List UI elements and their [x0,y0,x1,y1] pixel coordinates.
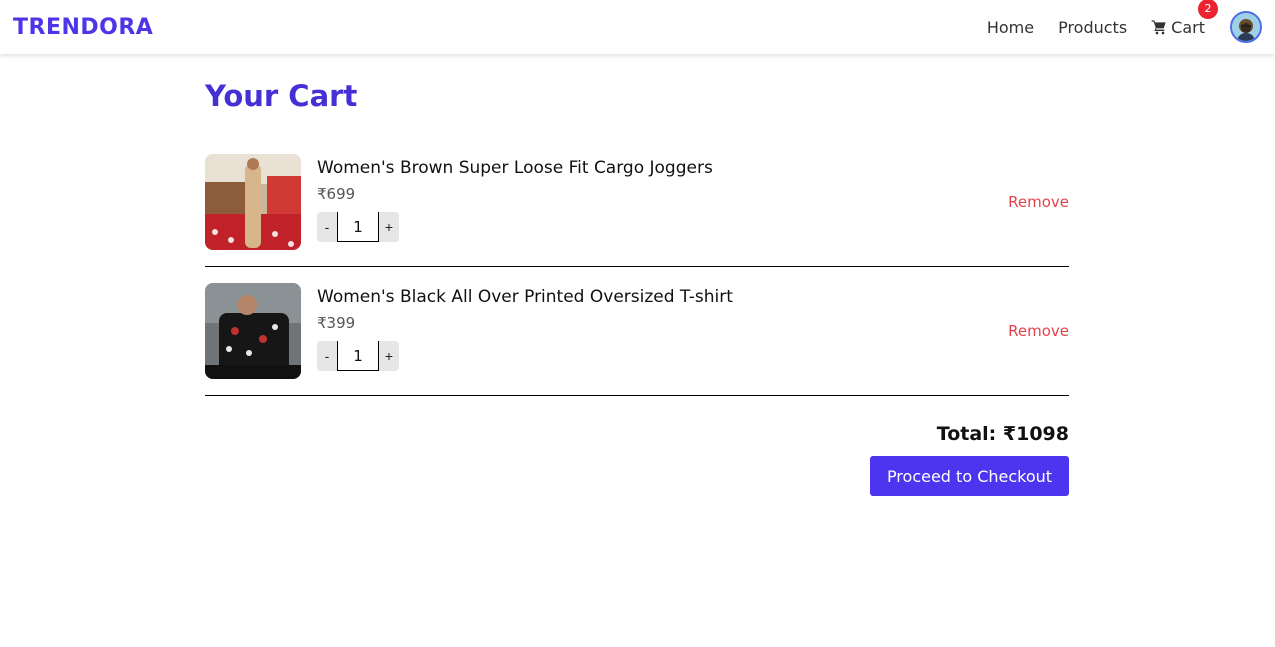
remove-button[interactable]: Remove [1008,322,1069,340]
quantity-input[interactable] [337,341,379,371]
increase-qty-button[interactable]: + [379,212,399,242]
cart-summary: Total: ₹1098 Proceed to Checkout [205,423,1069,496]
nav-products-link[interactable]: Products [1058,18,1127,37]
avatar-icon [1232,13,1260,41]
remove-button[interactable]: Remove [1008,193,1069,211]
navbar: TRENDORA Home Products Cart 2 [0,0,1275,54]
nav-home-link[interactable]: Home [987,18,1034,37]
cart-page: Your Cart Women's Brown Super Loose Fit … [205,54,1069,496]
product-image [205,154,301,250]
item-price: ₹699 [317,185,356,203]
item-name: Women's Black All Over Printed Oversized… [317,287,733,307]
item-price: ₹399 [317,314,356,332]
user-avatar[interactable] [1230,11,1262,43]
product-image [205,283,301,379]
decrease-qty-button[interactable]: - [317,341,337,371]
quantity-input[interactable] [337,212,379,242]
page-title: Your Cart [205,79,358,113]
checkout-button[interactable]: Proceed to Checkout [870,456,1069,496]
item-info: Women's Brown Super Loose Fit Cargo Jogg… [317,154,713,242]
cart-item: Women's Brown Super Loose Fit Cargo Jogg… [205,154,1069,267]
item-name: Women's Brown Super Loose Fit Cargo Jogg… [317,158,713,178]
cart-total: Total: ₹1098 [936,423,1069,445]
quantity-stepper: - + [317,212,713,242]
nav-links: Home Products Cart 2 [963,0,1262,43]
increase-qty-button[interactable]: + [379,341,399,371]
cart-label: Cart [1171,17,1205,37]
nav-cart-link[interactable]: Cart 2 [1151,0,1218,37]
quantity-stepper: - + [317,341,733,371]
brand-logo[interactable]: TRENDORA [13,15,153,40]
decrease-qty-button[interactable]: - [317,212,337,242]
cart-count-badge: 2 [1198,0,1218,19]
item-info: Women's Black All Over Printed Oversized… [317,283,733,371]
cart-item: Women's Black All Over Printed Oversized… [205,267,1069,396]
cart-icon [1151,20,1166,35]
